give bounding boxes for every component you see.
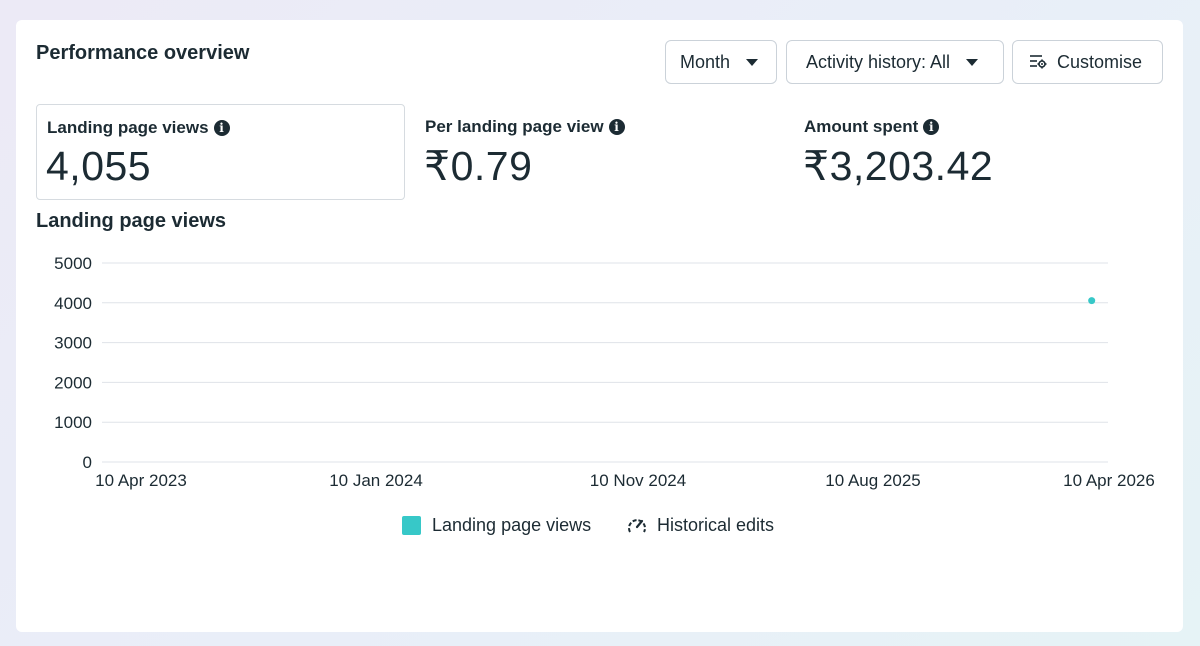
x-tick-label: 10 Apr 2023 bbox=[95, 471, 187, 490]
performance-card: Performance overview Month Activity hist… bbox=[16, 20, 1183, 632]
legend-label: Historical edits bbox=[657, 515, 775, 535]
y-tick-label: 0 bbox=[83, 453, 92, 472]
series-swatch-icon bbox=[402, 516, 421, 535]
x-tick-label: 10 Aug 2025 bbox=[825, 471, 920, 490]
y-tick-label: 1000 bbox=[54, 413, 92, 432]
x-tick-label: 10 Jan 2024 bbox=[329, 471, 423, 490]
y-tick-label: 4000 bbox=[54, 294, 92, 313]
y-tick-label: 5000 bbox=[54, 254, 92, 273]
landing-page-views-chart: 0 1000 2000 3000 4000 5000 10 Apr 2023 10 Jan 2… bbox=[54, 254, 1155, 490]
x-tick-label: 10 Apr 2026 bbox=[1063, 471, 1155, 490]
gauge-edit-icon bbox=[628, 518, 646, 532]
legend-item-landing-page-views[interactable]: Landing page views bbox=[402, 515, 591, 536]
x-tick-label: 10 Nov 2024 bbox=[590, 471, 686, 490]
legend-item-historical-edits[interactable]: Historical edits bbox=[626, 515, 774, 536]
legend-label: Landing page views bbox=[432, 515, 592, 535]
y-tick-label: 3000 bbox=[54, 334, 92, 353]
y-tick-label: 2000 bbox=[54, 373, 92, 392]
data-point bbox=[1088, 297, 1096, 305]
